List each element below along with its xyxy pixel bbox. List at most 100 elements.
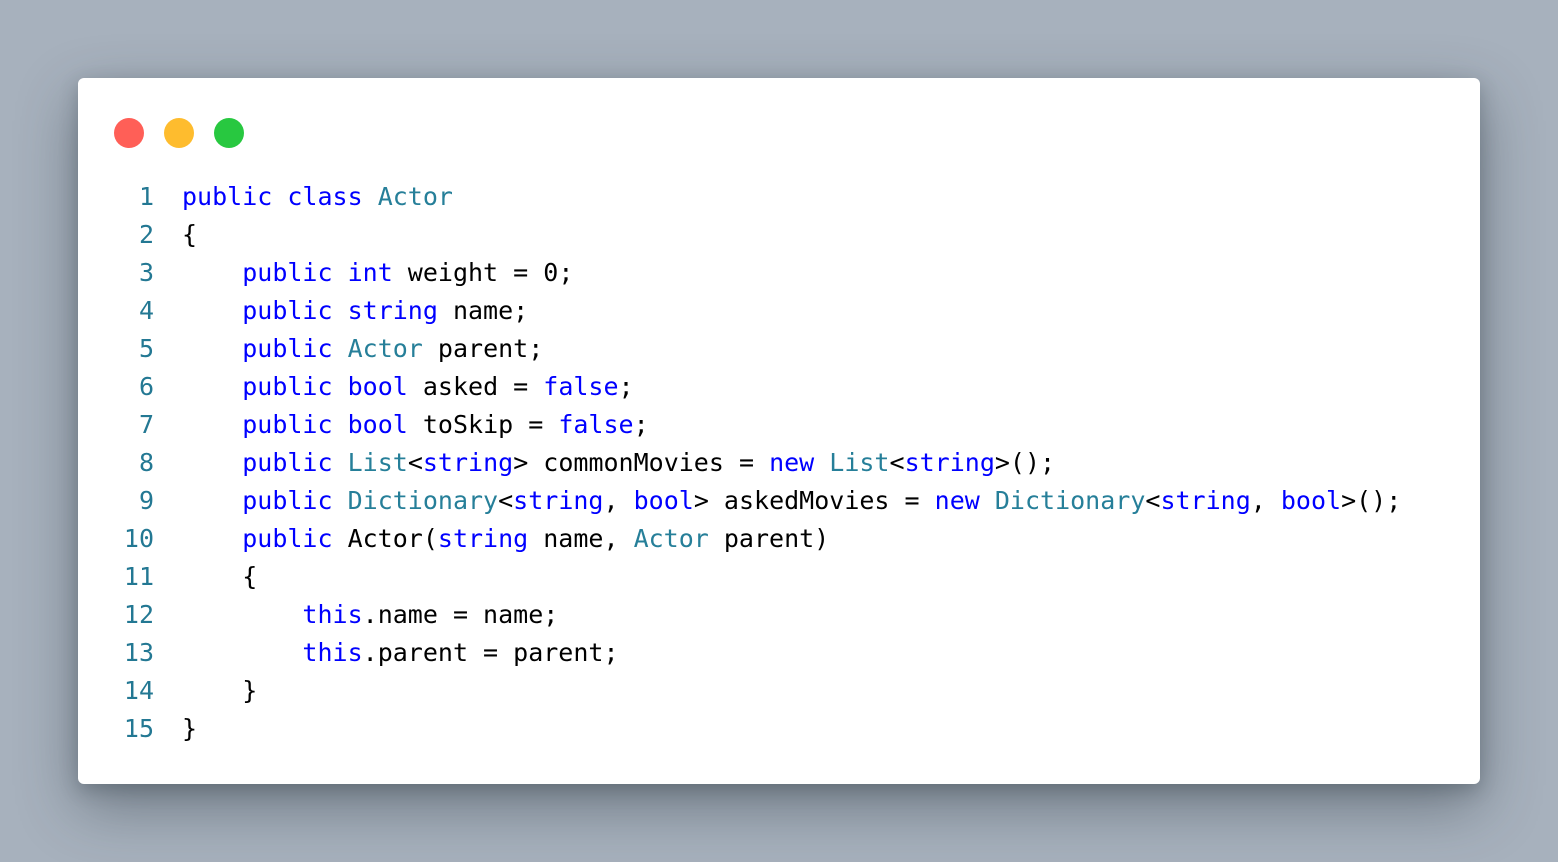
code-token: >(); — [994, 448, 1056, 477]
line-number: 7 — [138, 410, 154, 439]
keyword-token: class — [287, 182, 363, 211]
code-line: 8 public List<string> commonMovies = new… — [102, 444, 1462, 482]
code-token: ; — [618, 372, 634, 401]
code-token: } — [182, 676, 258, 705]
line-number: 14 — [123, 676, 154, 705]
keyword-token: false — [543, 372, 619, 401]
code-text: { — [182, 562, 257, 591]
code-token: < — [1145, 486, 1161, 515]
line-number: 2 — [138, 220, 154, 249]
code-text: } — [182, 676, 257, 705]
code-token: Actor( — [332, 524, 438, 553]
code-line: 2{ — [102, 216, 1462, 254]
code-line: 12 this.name = name; — [102, 596, 1462, 634]
code-line: 7 public bool toSkip = false; — [102, 406, 1462, 444]
keyword-token: bool — [1280, 486, 1342, 515]
code-line: 9 public Dictionary<string, bool> askedM… — [102, 482, 1462, 520]
code-line: 6 public bool asked = false; — [102, 368, 1462, 406]
type-token: List — [829, 448, 890, 477]
keyword-token: public — [242, 334, 333, 363]
code-text: public Actor parent; — [182, 334, 543, 363]
type-token: Dictionary — [994, 486, 1146, 515]
code-token: .name = name; — [362, 600, 559, 629]
code-token: > commonMovies = — [513, 448, 770, 477]
keyword-token: string — [513, 486, 604, 515]
code-text: public int weight = 0; — [182, 258, 573, 287]
code-text: public bool asked = false; — [182, 372, 634, 401]
code-text: public Actor(string name, Actor parent) — [182, 524, 829, 553]
code-line: 13 this.parent = parent; — [102, 634, 1462, 672]
keyword-token: string — [1160, 486, 1251, 515]
code-text: public List<string> commonMovies = new L… — [182, 448, 1055, 477]
keyword-token: public — [242, 524, 333, 553]
line-number: 13 — [123, 638, 154, 667]
code-token: { — [182, 562, 258, 591]
type-token: Dictionary — [347, 486, 499, 515]
code-text: public string name; — [182, 296, 528, 325]
code-text: public Dictionary<string, bool> askedMov… — [182, 486, 1401, 515]
keyword-token: this — [302, 638, 363, 667]
maximize-icon[interactable] — [214, 118, 244, 148]
line-number: 6 — [138, 372, 154, 401]
code-token: < — [498, 486, 514, 515]
keyword-token: new — [769, 448, 815, 477]
type-token: Actor — [347, 334, 423, 363]
keyword-token: string — [422, 448, 514, 477]
code-line: 10 public Actor(string name, Actor paren… — [102, 520, 1462, 558]
code-token: weight = 0; — [392, 258, 574, 287]
code-token: parent; — [422, 334, 544, 363]
close-icon[interactable] — [114, 118, 144, 148]
type-token: Actor — [377, 182, 453, 211]
keyword-token: public — [242, 258, 333, 287]
code-token: name, — [528, 524, 634, 553]
code-token: asked = — [407, 372, 544, 401]
keyword-token: false — [558, 410, 634, 439]
code-text: public bool toSkip = false; — [182, 410, 648, 439]
code-token: } — [182, 714, 198, 743]
keyword-token: string — [437, 524, 529, 553]
code-text: } — [182, 714, 197, 743]
line-number: 10 — [123, 524, 154, 553]
line-number: 15 — [123, 714, 154, 743]
code-line: 14 } — [102, 672, 1462, 710]
code-line: 1 public class Actor — [102, 178, 1462, 216]
code-token: > askedMovies = — [693, 486, 935, 515]
minimize-icon[interactable] — [164, 118, 194, 148]
line-number: 9 — [138, 486, 154, 515]
code-window: 1 public class Actor 2{3 public int weight… — [78, 78, 1480, 784]
code-token: >(); — [1341, 486, 1402, 515]
type-token: Actor — [633, 524, 709, 553]
keyword-token: int — [347, 258, 393, 287]
keyword-token: public — [242, 296, 333, 325]
keyword-token: public — [242, 410, 333, 439]
code-token: toSkip = — [407, 410, 559, 439]
keyword-token: bool — [347, 372, 408, 401]
keyword-token: public — [242, 486, 333, 515]
code-line: 15} — [102, 710, 1462, 748]
code-line: 11 { — [102, 558, 1462, 596]
keyword-token: public — [182, 182, 273, 211]
code-text: this.parent = parent; — [182, 638, 618, 667]
keyword-token: string — [904, 448, 995, 477]
code-token: < — [407, 448, 423, 477]
code-line: 3 public int weight = 0; — [102, 254, 1462, 292]
code-text: { — [182, 220, 197, 249]
code-token: < — [889, 448, 905, 477]
type-token: List — [347, 448, 408, 477]
code-token: , — [1250, 486, 1281, 515]
